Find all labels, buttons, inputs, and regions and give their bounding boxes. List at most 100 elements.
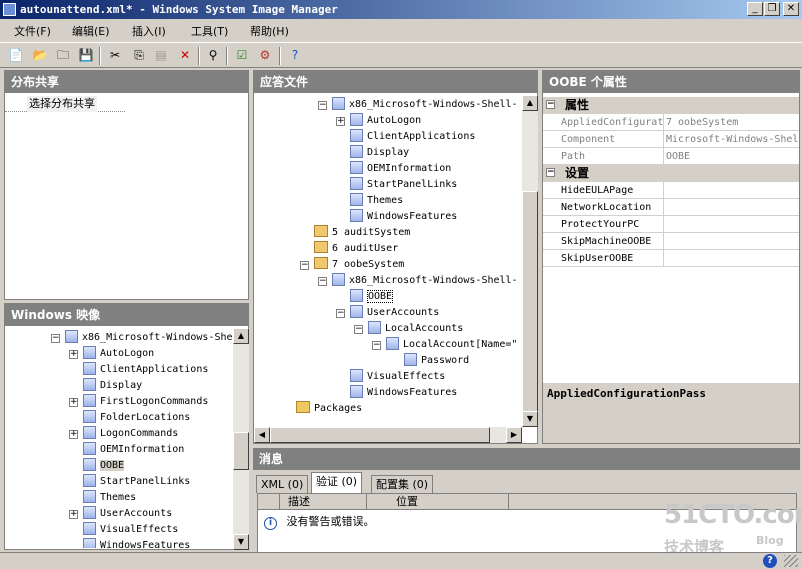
tree-item[interactable]: OEMInformation [350,161,451,177]
tree-item[interactable]: LocalAccounts [368,321,463,337]
cut-icon[interactable]: ✂ [107,47,123,63]
tree-item[interactable]: FolderLocations [83,410,190,426]
tree-item[interactable]: Themes [83,490,136,506]
tab-config-set[interactable]: 配置集 (0) [371,475,434,493]
maximize-button[interactable]: ❐ [764,2,780,16]
help-icon[interactable]: ? [287,47,303,63]
tree-item[interactable]: AutoLogon [350,113,421,129]
info-icon: i [264,517,277,530]
column-description[interactable]: 描述 [288,494,310,510]
delete-icon[interactable]: ✕ [177,47,193,63]
resize-grip-icon[interactable] [784,555,798,567]
setting-row[interactable]: NetworkLocation [543,199,799,216]
setting-icon [83,394,96,407]
tree-item[interactable]: StartPanelLinks [83,474,190,490]
setting-row[interactable]: SkipUserOOBE [543,250,799,267]
scroll-up-button[interactable]: ▲ [233,328,249,344]
answer-file-hscrollbar[interactable]: ◀ ▶ [254,427,522,443]
setting-row[interactable]: HideEULAPage [543,182,799,199]
distribution-share-panel: 分布共享 选择分布共享 [4,70,249,300]
open-folder2-icon[interactable]: 🗀 [55,47,71,63]
answer-file-vscrollbar[interactable]: ▲ ▼ [522,95,538,427]
tree-item[interactable]: FirstLogonCommands [83,394,208,410]
tree-item[interactable]: UserAccounts [83,506,172,522]
tree-item[interactable]: WindowsFeatures [83,538,190,548]
tree-item[interactable]: AutoLogon [83,346,154,362]
tree-item[interactable]: LocalAccount[Name=" [386,337,517,353]
scroll-thumb[interactable] [233,432,249,470]
tree-item[interactable]: 6 auditUser [314,241,398,257]
tab-validation[interactable]: 验证 (0) [311,472,363,493]
menu-file[interactable]: 文件(F) [14,23,51,39]
tree-item[interactable]: Display [350,145,409,161]
tab-xml[interactable]: XML (0) [256,475,309,493]
category-properties[interactable]: − 属性 [543,97,799,114]
tree-item[interactable]: WindowsFeatures [350,209,457,225]
tree-item[interactable]: Password [404,353,469,369]
scroll-left-button[interactable]: ◀ [254,427,270,443]
tree-item[interactable]: x86_Microsoft-Windows-Shel [65,330,239,346]
tree-item[interactable]: x86_Microsoft-Windows-Shell- [332,273,518,289]
search-icon[interactable]: ⚲ [205,47,221,63]
hscroll-thumb[interactable] [270,427,490,443]
tree-item[interactable]: Packages [296,401,362,417]
menu-edit[interactable]: 编辑(E) [72,23,110,39]
menu-tools[interactable]: 工具(T) [191,23,228,39]
copy-icon[interactable]: ⎘ [131,47,147,63]
window-title: autounattend.xml* - Windows System Image… [20,3,338,16]
messages-title: 消息 [253,448,800,470]
tree-item[interactable]: OEMInformation [83,442,184,458]
close-button[interactable]: ✕ [783,2,799,16]
setting-row[interactable]: ProtectYourPC [543,216,799,233]
windows-image-title: Windows 映像 [5,304,248,326]
scroll-up-button[interactable]: ▲ [522,95,538,111]
menu-insert[interactable]: 插入(I) [132,23,166,39]
tree-item[interactable]: WindowsFeatures [350,385,457,401]
property-row[interactable]: Path OOBE [543,148,799,165]
new-file-icon[interactable]: 📄 [8,47,24,63]
validate-icon[interactable]: ☑ [234,47,250,63]
scroll-down-button[interactable]: ▼ [522,411,538,427]
property-row[interactable]: AppliedConfigurat 7 oobeSystem [543,114,799,131]
open-folder-icon[interactable]: 📂 [32,47,48,63]
menu-help[interactable]: 帮助(H) [250,23,289,39]
setting-icon [83,506,96,519]
setting-row[interactable]: SkipMachineOOBE [543,233,799,250]
setting-icon [83,362,96,375]
tree-item[interactable]: Display [83,378,142,394]
setting-icon [368,321,381,334]
windows-image-scrollbar[interactable]: ▲ ▼ [233,328,249,550]
setting-icon [386,337,399,350]
paste-icon[interactable]: ▤ [153,47,169,63]
message-row[interactable]: i 没有警告或错误。 [264,513,375,530]
tree-item[interactable]: VisualEffects [350,369,445,385]
app-icon[interactable] [3,3,16,16]
tree-item[interactable]: ClientApplications [350,129,475,145]
tree-item[interactable]: x86_Microsoft-Windows-Shell- [332,97,518,113]
tree-item[interactable]: 7 oobeSystem [314,257,404,273]
column-location[interactable]: 位置 [396,494,418,510]
minimize-button[interactable]: _ [747,2,763,16]
tree-item[interactable]: Themes [350,193,403,209]
config-icon[interactable]: ⚙ [257,47,273,63]
component-icon [65,330,78,343]
scroll-thumb[interactable] [522,191,538,415]
tree-item-selected[interactable]: OOBE [350,289,394,305]
tree-item[interactable]: LogonCommands [83,426,178,442]
description-title: AppliedConfigurationPass [547,387,706,400]
property-row[interactable]: Component Microsoft-Windows-Shel [543,131,799,148]
save-icon[interactable]: 💾 [78,47,94,63]
menu-bar: 文件(F) 编辑(E) 插入(I) 工具(T) 帮助(H) [0,19,802,41]
tree-item[interactable]: StartPanelLinks [350,177,457,193]
select-distribution-share[interactable]: 选择分布共享 [27,96,97,112]
scroll-right-button[interactable]: ▶ [506,427,522,443]
tree-item[interactable]: VisualEffects [83,522,178,538]
tree-item[interactable]: 5 auditSystem [314,225,410,241]
tree-item[interactable]: UserAccounts [350,305,439,321]
tree-item[interactable]: OOBE [83,458,125,474]
tree-item[interactable]: ClientApplications [83,362,208,378]
category-settings[interactable]: − 设置 [543,165,799,182]
help-status-icon[interactable]: ? [763,554,777,568]
toolbar: 📄 📂 🗀 💾 ✂ ⎘ ▤ ✕ ⚲ ☑ ⚙ ? [0,42,802,68]
scroll-down-button[interactable]: ▼ [233,534,249,550]
